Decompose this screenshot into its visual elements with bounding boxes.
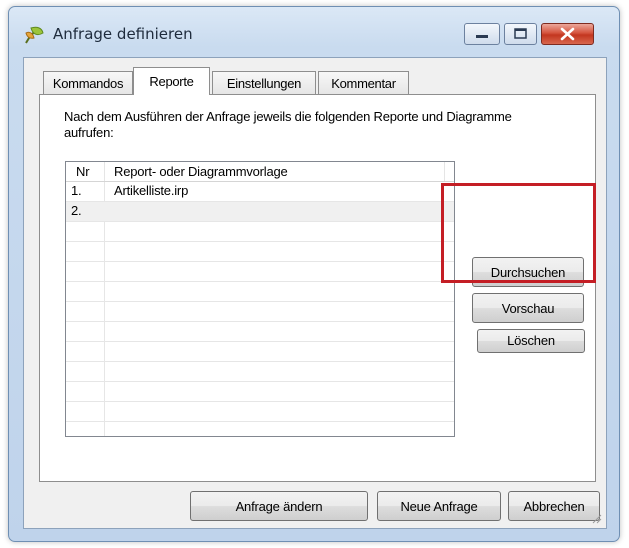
list-row-2[interactable]: 2. (66, 202, 454, 222)
leaf-icon (25, 26, 44, 44)
change-query-button[interactable]: Anfrage ändern (190, 491, 368, 521)
list-row-empty (66, 382, 454, 402)
list-row-empty (66, 242, 454, 262)
delete-button[interactable]: Löschen (477, 329, 585, 353)
tab-kommandos[interactable]: Kommandos (43, 71, 133, 94)
row-nr: 1. (71, 183, 82, 198)
list-row-empty (66, 342, 454, 362)
cancel-button[interactable]: Abbrechen (508, 491, 600, 521)
resize-grip-icon[interactable] (590, 512, 602, 524)
window-title: Anfrage definieren (53, 25, 193, 43)
dialog-client-area: Kommandos Reporte Einstellungen Kommenta… (23, 57, 607, 529)
report-list[interactable]: Nr Report- oder Diagrammvorlage 1. Artik… (65, 161, 455, 437)
column-header-template[interactable]: Report- oder Diagrammvorlage (114, 164, 288, 179)
list-row-empty (66, 362, 454, 382)
row-template: Artikelliste.irp (114, 183, 189, 198)
tab-kommentar[interactable]: Kommentar (318, 71, 409, 94)
list-row-1[interactable]: 1. Artikelliste.irp (66, 182, 454, 202)
list-header: Nr Report- oder Diagrammvorlage (66, 162, 454, 182)
title-bar[interactable]: Anfrage definieren (9, 7, 619, 57)
highlight-box (441, 183, 596, 283)
close-button[interactable] (541, 23, 594, 45)
list-row-empty (66, 402, 454, 422)
maximize-button[interactable] (504, 23, 537, 45)
panel-description: Nach dem Ausführen der Anfrage jeweils d… (64, 109, 512, 140)
list-row-empty (66, 282, 454, 302)
tab-einstellungen[interactable]: Einstellungen (212, 71, 316, 94)
preview-button[interactable]: Vorschau (472, 293, 584, 323)
minimize-button[interactable] (464, 23, 500, 45)
minimize-icon (476, 35, 488, 38)
column-header-nr[interactable]: Nr (76, 164, 90, 179)
list-row-empty (66, 222, 454, 242)
new-query-button[interactable]: Neue Anfrage (377, 491, 501, 521)
tab-panel-reporte: Nach dem Ausführen der Anfrage jeweils d… (39, 94, 596, 482)
tab-reporte[interactable]: Reporte (133, 67, 210, 95)
list-row-empty (66, 302, 454, 322)
list-row-empty (66, 322, 454, 342)
maximize-icon (514, 28, 527, 39)
list-row-empty (66, 262, 454, 282)
close-icon (560, 27, 575, 41)
row-nr: 2. (71, 203, 82, 218)
